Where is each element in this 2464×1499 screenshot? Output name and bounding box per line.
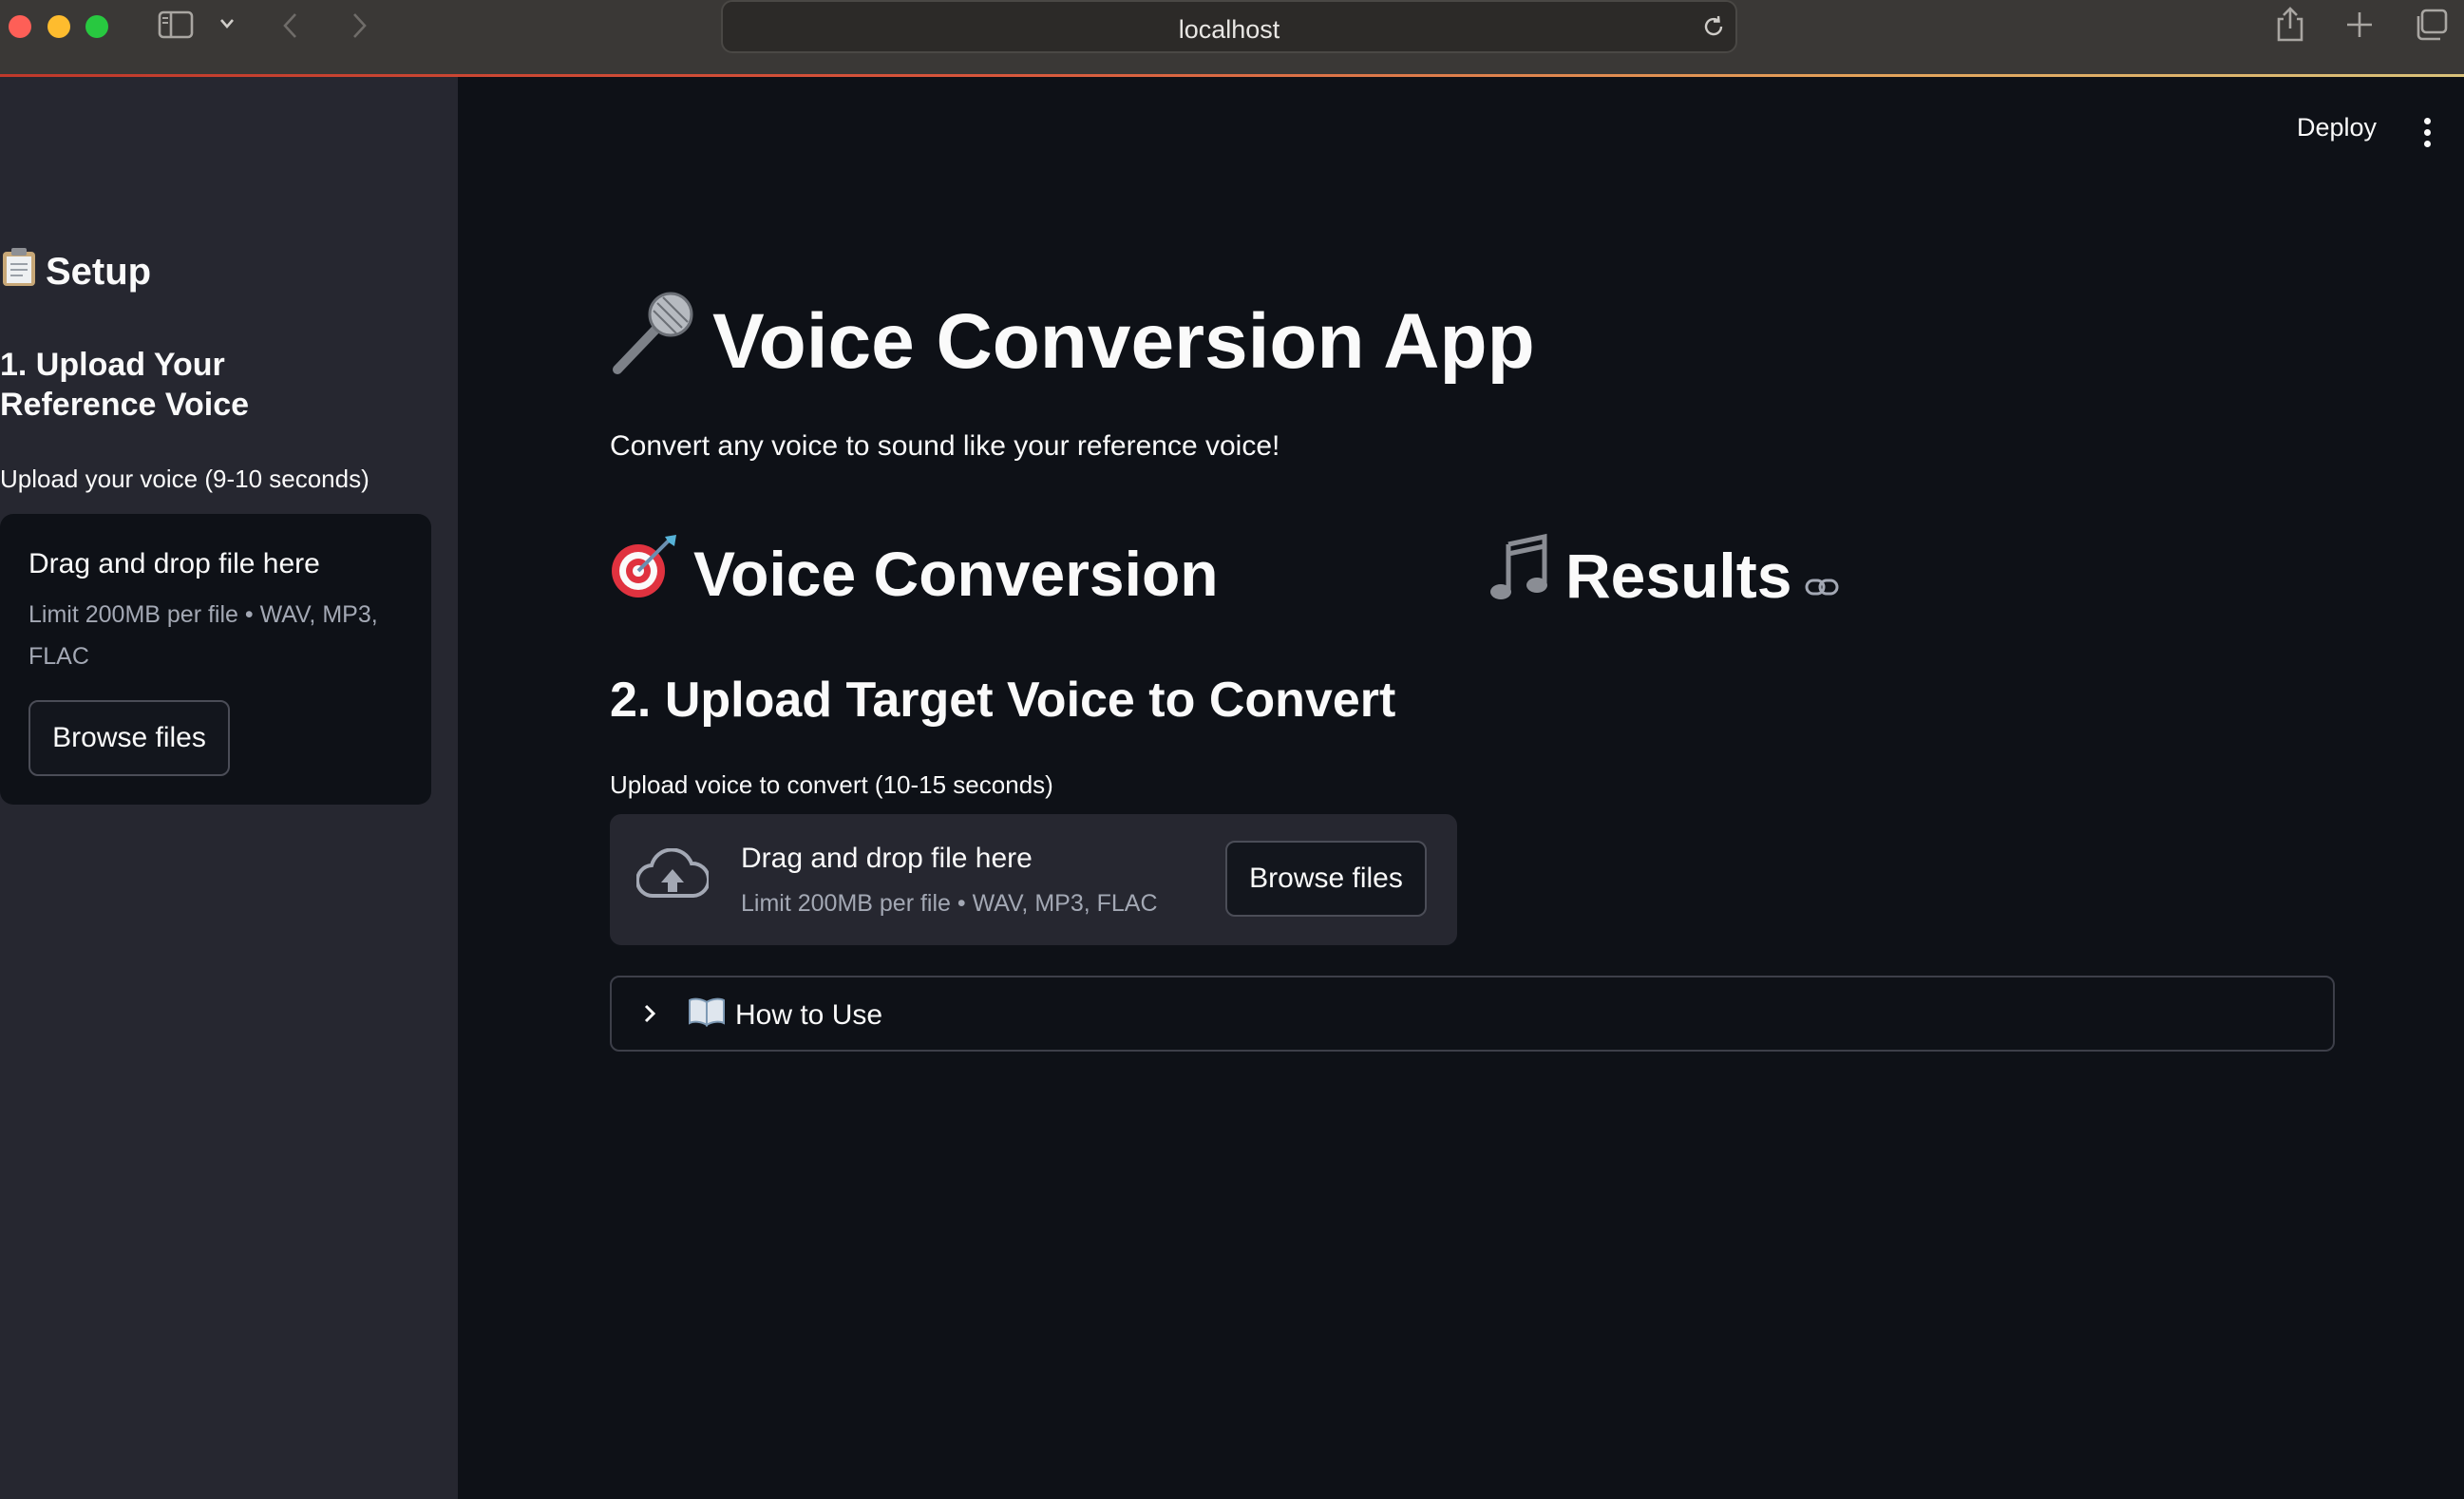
- sidebar: Setup 1. Upload Your Reference Voice Upl…: [0, 77, 458, 1499]
- dropzone-title: Drag and drop file here: [28, 548, 320, 579]
- sidebar-uploader-label: Upload your voice (9-10 seconds): [0, 465, 370, 493]
- share-icon[interactable]: [2274, 6, 2306, 48]
- back-icon[interactable]: [281, 11, 300, 45]
- zoom-window-button[interactable]: [85, 15, 108, 38]
- expander-label: How to Use: [688, 996, 882, 1034]
- address-bar[interactable]: localhost: [721, 0, 1737, 53]
- browser-toolbar: localhost: [0, 0, 2464, 76]
- target-browse-files-button[interactable]: Browse files: [1225, 841, 1427, 917]
- chevron-right-icon: [640, 1000, 659, 1032]
- tab-overview-icon[interactable]: [2413, 8, 2449, 47]
- target-icon: [610, 533, 680, 614]
- forward-icon[interactable]: [350, 11, 369, 45]
- sidebar-step-title: 1. Upload Your Reference Voice: [0, 347, 250, 423]
- app-description: Convert any voice to sound like your ref…: [610, 430, 1280, 462]
- close-window-button[interactable]: [9, 15, 31, 38]
- main-menu-icon[interactable]: [2424, 118, 2431, 152]
- url-text: localhost: [1178, 15, 1280, 44]
- chevron-down-icon[interactable]: [218, 17, 236, 35]
- link-icon[interactable]: [1805, 540, 1839, 612]
- dropzone-limit: Limit 200MB per file • WAV, MP3, FLAC: [28, 601, 378, 670]
- sidebar-toggle-icon[interactable]: [158, 9, 194, 45]
- new-tab-icon[interactable]: [2344, 9, 2375, 45]
- sidebar-browse-files-button[interactable]: Browse files: [28, 700, 230, 776]
- app-title: Voice Conversion App: [610, 290, 1535, 394]
- target-dropzone[interactable]: Drag and drop file here Limit 200MB per …: [610, 814, 1457, 945]
- open-book-icon: [688, 996, 726, 1034]
- deploy-button[interactable]: Deploy: [2297, 113, 2377, 142]
- sidebar-heading-text: Setup: [46, 250, 152, 293]
- reload-icon[interactable]: [1701, 14, 1726, 44]
- dropzone-title: Drag and drop file here: [741, 843, 1033, 874]
- target-uploader-label: Upload voice to convert (10-15 seconds): [610, 770, 1053, 799]
- section-heading-results: Results: [1488, 533, 1839, 617]
- expander-label-text: How to Use: [735, 999, 883, 1031]
- clipboard-icon: [0, 246, 38, 297]
- section-heading-results-text: Results: [1565, 540, 1792, 611]
- cloud-upload-icon: [635, 847, 711, 906]
- how-to-use-expander[interactable]: How to Use: [610, 976, 2335, 1052]
- music-notes-icon: [1488, 533, 1552, 617]
- sidebar-dropzone[interactable]: Drag and drop file here Limit 200MB per …: [0, 514, 431, 805]
- dropzone-limit: Limit 200MB per file • WAV, MP3, FLAC: [741, 890, 1158, 917]
- section-heading-conversion: Voice Conversion: [610, 533, 1219, 614]
- minimize-window-button[interactable]: [47, 15, 70, 38]
- microphone-icon: [610, 290, 697, 394]
- main-content: Deploy Voice Conversion App Convert any …: [458, 77, 2464, 1499]
- app-title-text: Voice Conversion App: [712, 298, 1535, 385]
- target-step-title: 2. Upload Target Voice to Convert: [610, 673, 1396, 728]
- sidebar-heading: Setup: [0, 246, 151, 297]
- section-heading-conversion-text: Voice Conversion: [693, 538, 1219, 609]
